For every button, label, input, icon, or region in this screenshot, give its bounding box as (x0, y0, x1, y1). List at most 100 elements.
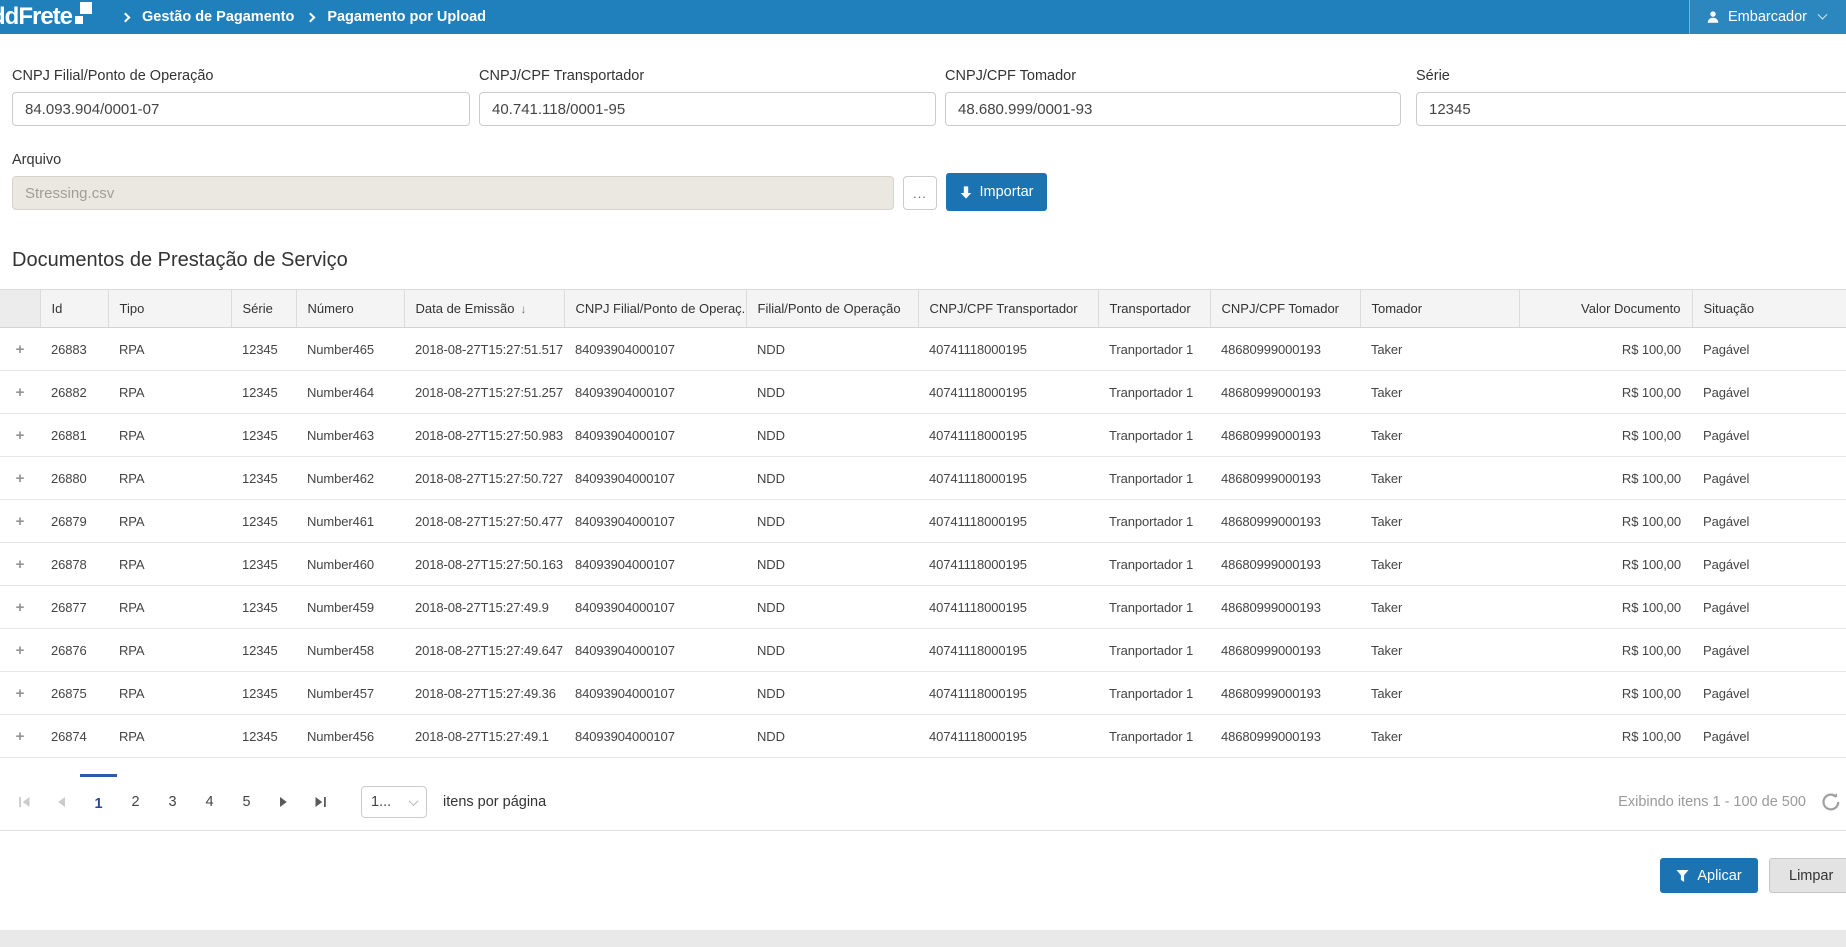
cell-valor: R$ 100,00 (1519, 414, 1692, 457)
pager-page-2[interactable]: 2 (117, 774, 154, 830)
cell-situacao: Pagável (1692, 414, 1846, 457)
cell-cnpj_filial: 84093904000107 (564, 371, 746, 414)
cell-id: 26875 (40, 672, 108, 715)
cell-cnpj_tomador: 48680999000193 (1210, 715, 1360, 758)
column-header-cnpj_tomador[interactable]: CNPJ/CPF Tomador (1210, 290, 1360, 328)
column-header-valor[interactable]: Valor Documento (1519, 290, 1692, 328)
expand-row-icon[interactable]: + (16, 642, 25, 659)
cell-transportador: Tranportador 1 (1098, 672, 1210, 715)
cell-id: 26874 (40, 715, 108, 758)
expand-row-icon[interactable]: + (16, 728, 25, 745)
column-label: Tipo (120, 301, 145, 316)
cell-id: 26881 (40, 414, 108, 457)
cell-transportador: Tranportador 1 (1098, 371, 1210, 414)
table-row: +26880RPA12345Number4622018-08-27T15:27:… (0, 457, 1846, 500)
expand-row-icon[interactable]: + (16, 427, 25, 444)
expand-row-icon[interactable]: + (16, 341, 25, 358)
cell-tomador: Taker (1360, 586, 1519, 629)
cell-cnpj_tomador: 48680999000193 (1210, 328, 1360, 371)
browse-file-button[interactable]: ... (903, 176, 937, 210)
column-header-cnpj_transportador[interactable]: CNPJ/CPF Transportador (918, 290, 1098, 328)
expand-cell: + (0, 629, 40, 672)
pager-first-button[interactable] (6, 774, 43, 830)
cell-filial: NDD (746, 629, 918, 672)
cell-tomador: Taker (1360, 414, 1519, 457)
cell-situacao: Pagável (1692, 672, 1846, 715)
cell-id: 26876 (40, 629, 108, 672)
pager-page-5[interactable]: 5 (228, 774, 265, 830)
cnpj-tomador-input[interactable] (945, 92, 1401, 126)
column-header-filial[interactable]: Filial/Ponto de Operação (746, 290, 918, 328)
expand-cell: + (0, 586, 40, 629)
cell-cnpj_transportador: 40741118000195 (918, 414, 1098, 457)
apply-button[interactable]: Aplicar (1660, 858, 1758, 893)
cell-valor: R$ 100,00 (1519, 715, 1692, 758)
cell-valor: R$ 100,00 (1519, 371, 1692, 414)
pager-last-button[interactable] (302, 774, 339, 830)
column-header-situacao[interactable]: Situação (1692, 290, 1846, 328)
column-header-serie[interactable]: Série (231, 290, 296, 328)
column-header-tomador[interactable]: Tomador (1360, 290, 1519, 328)
cell-cnpj_filial: 84093904000107 (564, 457, 746, 500)
cell-situacao: Pagável (1692, 543, 1846, 586)
expand-column-header (0, 290, 40, 328)
cell-cnpj_tomador: 48680999000193 (1210, 457, 1360, 500)
clear-button[interactable]: Limpar (1769, 858, 1846, 893)
page-size-value: 1... (371, 794, 391, 810)
cnpj-filial-input[interactable] (12, 92, 470, 126)
refresh-button[interactable] (1820, 791, 1842, 813)
cell-cnpj_tomador: 48680999000193 (1210, 414, 1360, 457)
cell-tomador: Taker (1360, 715, 1519, 758)
column-header-id[interactable]: Id (40, 290, 108, 328)
table-row: +26877RPA12345Number4592018-08-27T15:27:… (0, 586, 1846, 629)
user-menu[interactable]: Embarcador (1689, 0, 1846, 34)
cell-numero: Number464 (296, 371, 404, 414)
cell-serie: 12345 (231, 328, 296, 371)
column-header-cnpj_filial[interactable]: CNPJ Filial/Ponto de Operaç... (564, 290, 746, 328)
pager-page-1[interactable]: 1 (80, 774, 117, 830)
import-button-label: Importar (980, 184, 1034, 200)
page-size-dropdown[interactable]: 1... (361, 786, 427, 818)
cell-valor: R$ 100,00 (1519, 457, 1692, 500)
cnpj-transportador-input[interactable] (479, 92, 936, 126)
cell-data_emissao: 2018-08-27T15:27:50.727 (404, 457, 564, 500)
pager-prev-button[interactable] (43, 774, 80, 830)
column-header-transportador[interactable]: Transportador (1098, 290, 1210, 328)
column-label: Data de Emissão (416, 301, 515, 316)
refresh-icon (1820, 791, 1842, 813)
pager-pages: 12345 (80, 774, 265, 830)
pager-page-3[interactable]: 3 (154, 774, 191, 830)
user-icon (1706, 10, 1720, 24)
expand-row-icon[interactable]: + (16, 513, 25, 530)
table-row: +26878RPA12345Number4602018-08-27T15:27:… (0, 543, 1846, 586)
expand-row-icon[interactable]: + (16, 685, 25, 702)
expand-cell: + (0, 414, 40, 457)
pager-next-button[interactable] (265, 774, 302, 830)
cell-cnpj_tomador: 48680999000193 (1210, 371, 1360, 414)
expand-row-icon[interactable]: + (16, 384, 25, 401)
cell-cnpj_transportador: 40741118000195 (918, 328, 1098, 371)
column-label: CNPJ Filial/Ponto de Operaç... (576, 301, 747, 316)
expand-row-icon[interactable]: + (16, 599, 25, 616)
breadcrumb-item-gestao-de-pagamento[interactable]: Gestão de Pagamento (142, 9, 294, 25)
breadcrumb-chevron-icon (306, 13, 316, 23)
breadcrumb-item-pagamento-por-upload[interactable]: Pagamento por Upload (327, 9, 486, 25)
app-logo[interactable]: ddFrete (0, 1, 94, 33)
serie-input[interactable] (1416, 92, 1846, 126)
cell-cnpj_transportador: 40741118000195 (918, 457, 1098, 500)
column-header-data_emissao[interactable]: Data de Emissão↓ (404, 290, 564, 328)
breadcrumb-chevron-icon (121, 13, 131, 23)
import-button[interactable]: Importar (946, 173, 1047, 211)
expand-row-icon[interactable]: + (16, 556, 25, 573)
dropdown-chevron-icon (409, 796, 419, 806)
table-row: +26883RPA12345Number4652018-08-27T15:27:… (0, 328, 1846, 371)
first-page-icon (18, 796, 31, 808)
prev-page-icon (57, 796, 66, 808)
column-header-tipo[interactable]: Tipo (108, 290, 231, 328)
cell-tipo: RPA (108, 672, 231, 715)
pager-page-4[interactable]: 4 (191, 774, 228, 830)
serie-label: Série (1416, 68, 1450, 84)
expand-row-icon[interactable]: + (16, 470, 25, 487)
column-header-numero[interactable]: Número (296, 290, 404, 328)
cell-cnpj_filial: 84093904000107 (564, 715, 746, 758)
